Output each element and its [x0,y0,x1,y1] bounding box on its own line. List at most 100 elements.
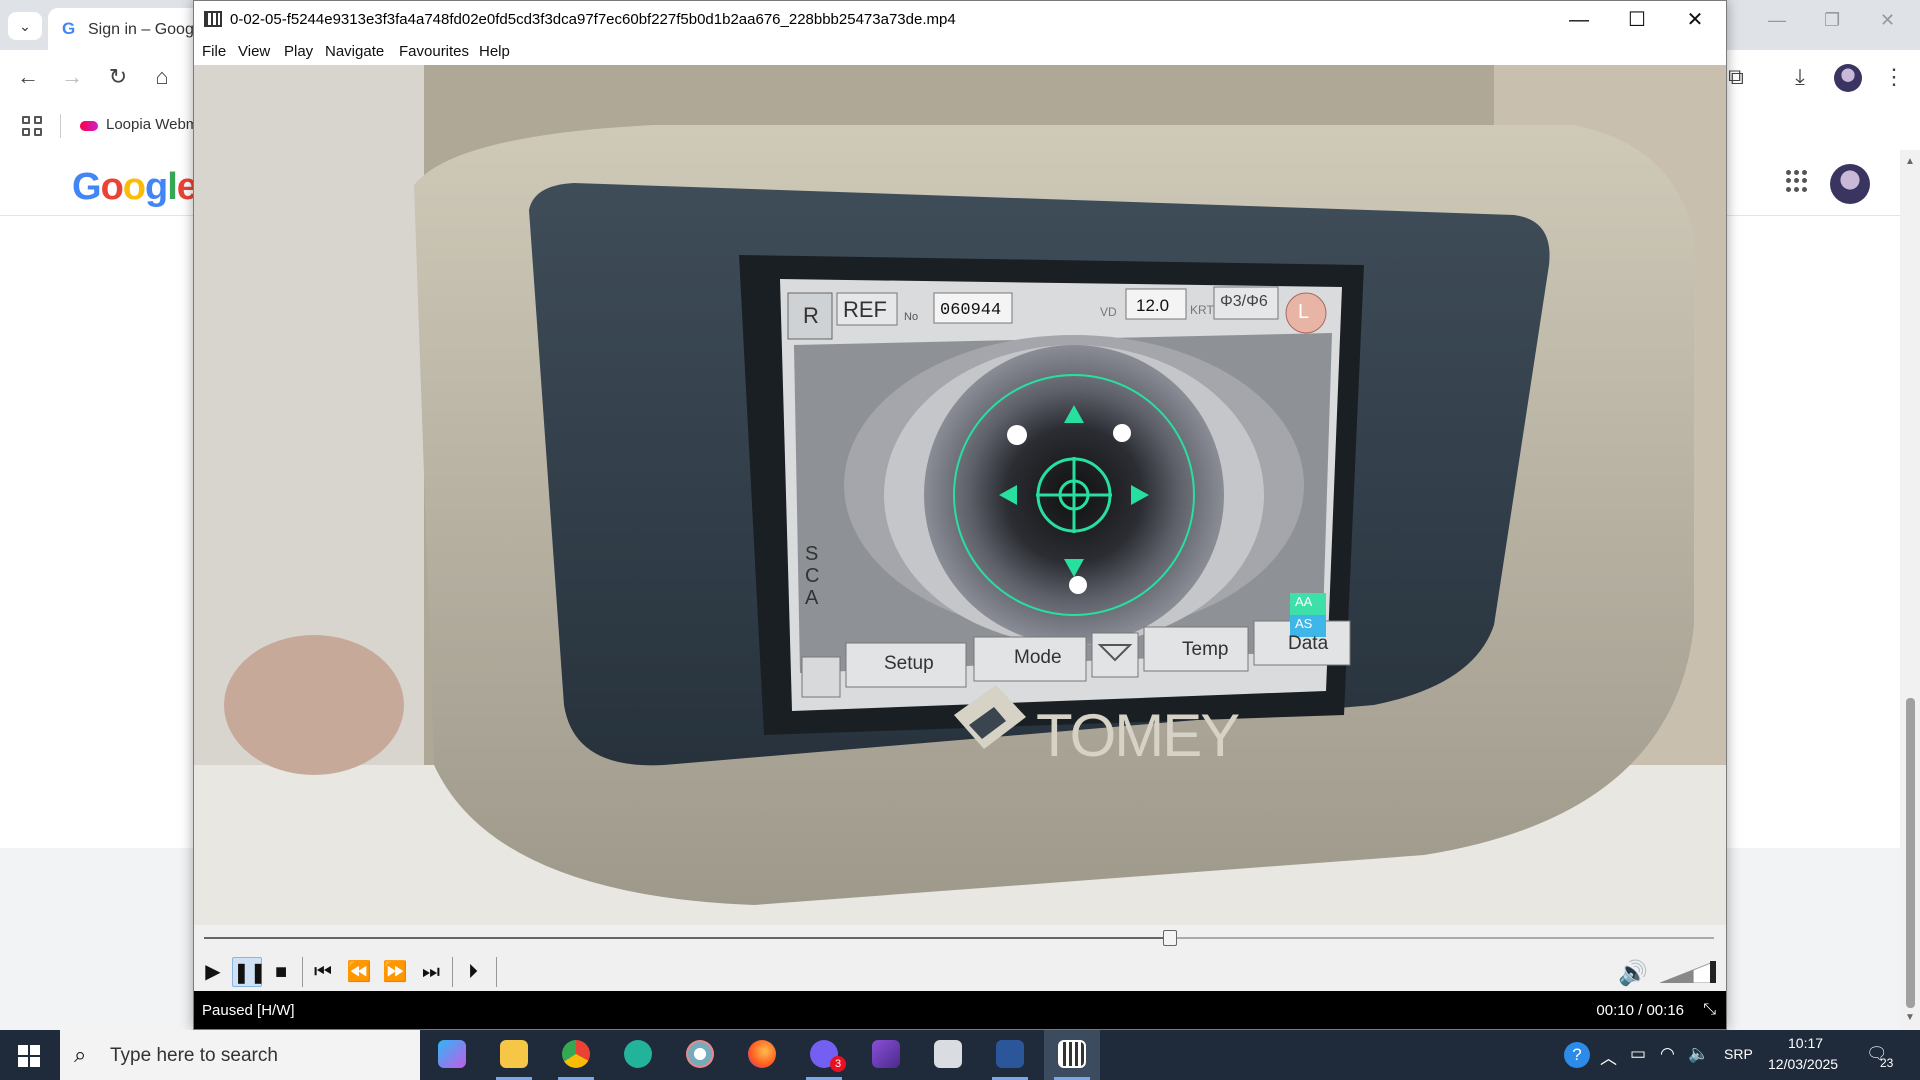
taskbar-firefox[interactable] [734,1030,790,1080]
speaker-icon[interactable]: 🔈 [1688,1044,1709,1064]
language-indicator[interactable]: SRP [1724,1046,1753,1062]
device-sca-c: C [805,565,820,587]
taskbar-file-explorer[interactable] [486,1030,542,1080]
scroll-down-icon[interactable]: ▼ [1905,1012,1915,1023]
player-menubar: File View Play Navigate Favourites Help [194,39,1726,65]
device-ref-label: REF [843,297,887,322]
battery-icon[interactable]: ▭ [1630,1044,1646,1064]
device-r-label: R [803,303,819,328]
scroll-up-icon[interactable]: ▲ [1905,156,1915,167]
loopia-bookmark-icon [80,121,98,131]
next-icon[interactable]: ⏭ [416,957,446,987]
forward-icon[interactable]: → [58,64,86,90]
playback-status: Paused [H/W] [202,1002,295,1019]
reload-icon[interactable]: ↻ [104,64,132,90]
taskbar-viber[interactable]: 3 [796,1030,852,1080]
taskbar-search[interactable]: ⌕ Type here to search [60,1030,420,1080]
browser-restore-icon[interactable]: ❐ [1824,10,1840,31]
taskbar-media-player[interactable] [1044,1030,1100,1080]
player-statusbar: Paused [H/W] 00:10 / 00:16 ⤡ [194,991,1726,1029]
rewind-icon[interactable]: ⏪ [344,957,374,987]
divider [496,957,497,987]
browser-minimize-icon[interactable]: — [1768,10,1786,31]
media-player-icon [1058,1040,1086,1068]
video-frame[interactable]: R REF No 060944 VD 12.0 KRT Φ3/Φ6 L S C … [194,65,1726,925]
tomey-brand: TOMEY [1036,702,1240,769]
bookmark-loopia[interactable]: Loopia Webm [106,116,198,133]
taskbar-video-app[interactable] [858,1030,914,1080]
apps-grid-icon[interactable] [22,116,42,136]
search-icon: ⌕ [74,1042,87,1067]
volume-slider[interactable] [1660,961,1716,983]
fullscreen-icon[interactable]: ⤡ [1703,1001,1716,1019]
page-scrollbar[interactable]: ▲ ▼ [1900,150,1920,1030]
device-phase: Φ3/Φ6 [1220,293,1268,310]
device-vd-label: VD [1100,305,1117,319]
play-icon[interactable]: ▶ [198,957,228,987]
video-frame-image [194,65,1726,925]
device-krt-label: KRT [1190,303,1214,317]
seek-progress [204,937,1171,939]
tab-search-dropdown[interactable]: ⌄ [8,12,42,40]
copilot-icon [438,1040,466,1068]
taskbar-notes[interactable] [920,1030,976,1080]
divider [302,957,303,987]
device-sca-s: S [805,543,819,565]
scrollbar-thumb[interactable] [1906,698,1915,1008]
menu-play[interactable]: Play [284,43,313,60]
menu-dots-icon[interactable]: ⋮ [1880,64,1908,90]
device-aa-bottom: AS [1295,616,1313,631]
browser-tab[interactable]: G Sign in – Google [48,8,208,50]
video-player-window: 0-02-05-f5244e9313e3f3fa4a748fd02e0fd5cd… [193,0,1727,1030]
pause-icon[interactable]: ❚❚ [232,957,267,987]
seek-handle[interactable] [1163,930,1178,946]
player-controls: ▶ ❚❚ ■ ⏮ ⏪ ⏩ ⏭ ⏵ 🔊 [194,925,1726,991]
seek-bar[interactable] [204,930,1714,946]
start-button[interactable] [18,1045,40,1067]
frame-step-icon[interactable]: ⏵ [458,957,488,987]
playback-time: 00:10 / 00:16 [1596,1002,1684,1019]
taskbar-copilot[interactable] [424,1030,480,1080]
brain-app-icon [624,1040,652,1068]
taskbar-app-colorful[interactable] [672,1030,728,1080]
device-mode-button: Mode [1014,647,1062,668]
device-l-label: L [1298,301,1310,323]
menu-file[interactable]: File [202,43,226,60]
wifi-icon[interactable]: ◠ [1660,1044,1675,1064]
google-apps-icon[interactable] [1786,170,1808,192]
minimize-icon[interactable]: — [1550,1,1608,39]
menu-navigate[interactable]: Navigate [325,43,384,60]
clock-time[interactable]: 10:17 [1788,1035,1823,1051]
stop-icon[interactable]: ■ [266,957,296,987]
jar-icon [934,1040,962,1068]
help-icon[interactable]: ? [1564,1042,1590,1068]
windows-taskbar: ⌕ Type here to search 3 ? ︿ ▭ ◠ 🔈 SRP 10… [0,1030,1920,1080]
clock-date[interactable]: 12/03/2025 [1768,1056,1838,1072]
previous-icon[interactable]: ⏮ [308,957,338,987]
fast-forward-icon[interactable]: ⏩ [380,957,410,987]
menu-favourites[interactable]: Favourites [399,43,469,60]
taskbar-app-green[interactable] [610,1030,666,1080]
device-setup-button: Setup [884,653,934,674]
taskbar-chrome[interactable] [548,1030,604,1080]
divider [60,114,61,138]
divider [452,957,453,987]
close-icon[interactable]: ✕ [1666,1,1724,39]
volume-icon[interactable]: 🔊 [1618,959,1648,988]
device-temp-button: Temp [1182,639,1229,660]
search-placeholder: Type here to search [110,1045,278,1066]
back-icon[interactable]: ← [14,64,42,90]
notification-count: 23 [1880,1056,1894,1070]
maximize-icon[interactable]: ☐ [1608,1,1666,39]
download-icon[interactable]: ⤓ [1786,64,1814,90]
notification-badge: 3 [830,1056,846,1072]
chevron-up-icon[interactable]: ︿ [1600,1044,1617,1069]
google-account-avatar[interactable] [1830,164,1870,204]
taskbar-word[interactable] [982,1030,1038,1080]
menu-help[interactable]: Help [479,43,510,60]
home-icon[interactable]: ⌂ [148,64,176,90]
browser-close-icon[interactable]: ✕ [1880,10,1895,31]
menu-view[interactable]: View [238,43,270,60]
profile-avatar[interactable] [1834,64,1862,92]
video-editor-icon [872,1040,900,1068]
